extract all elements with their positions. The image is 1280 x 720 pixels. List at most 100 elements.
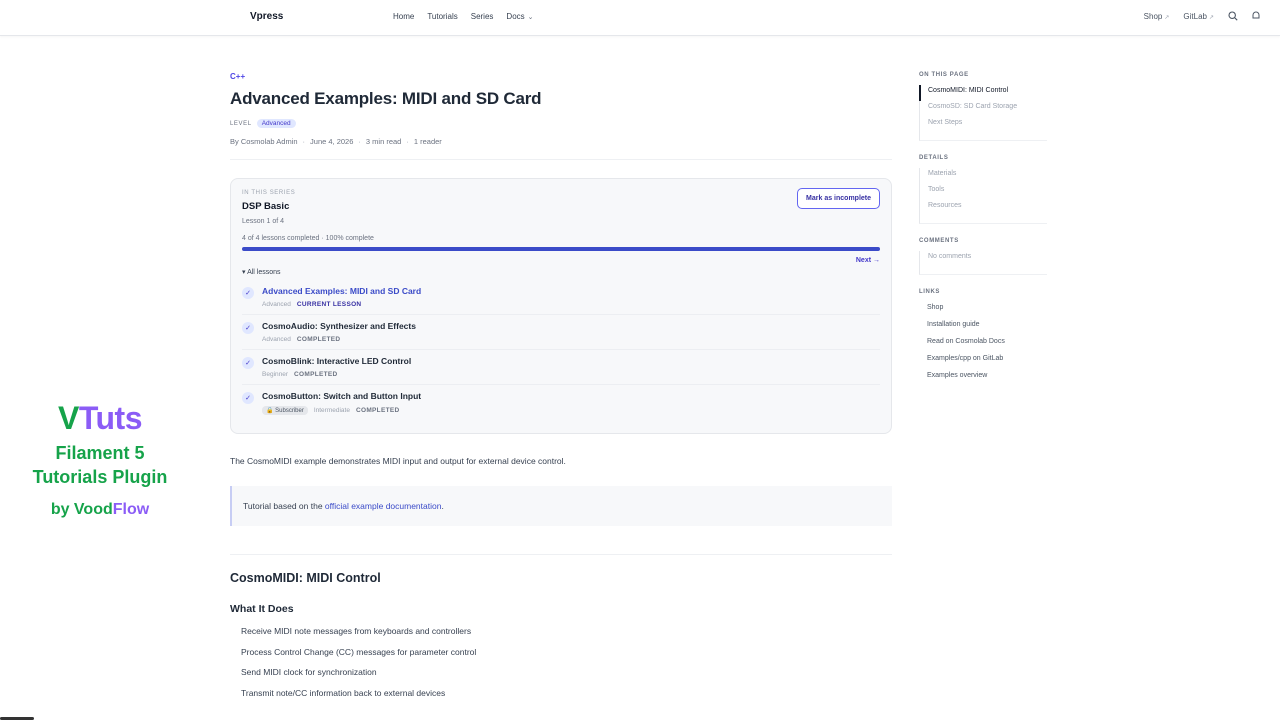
sidebar-link-shop[interactable]: Shop [919, 302, 1047, 319]
progress-bar-fill [242, 247, 880, 251]
lesson-title[interactable]: CosmoBlink: Interactive LED Control [262, 356, 411, 366]
bell-icon [1252, 11, 1260, 19]
article: C++ Advanced Examples: MIDI and SD Card … [230, 72, 892, 707]
reader-count: 1 reader [413, 137, 442, 146]
level-label: LEVEL [230, 120, 252, 127]
level-row: LEVEL Advanced [230, 119, 892, 128]
nav-shop-label: Shop [1143, 11, 1163, 21]
promo-branding: VTuts Filament 5 Tutorials Plugin by Voo… [0, 400, 200, 519]
sidebar-link-gitlab[interactable]: Examples/cpp on GitLab [919, 353, 1047, 370]
source-callout: Tutorial based on the official example d… [230, 486, 892, 526]
list-item: Process Control Change (CC) messages for… [241, 646, 477, 657]
promo-line-2: Tutorials Plugin [32, 467, 168, 487]
links-list: Shop Installation guide Read on Cosmolab… [919, 302, 1047, 394]
check-icon: ✓ [242, 287, 254, 299]
lesson-position: Lesson 1 of 4 [242, 218, 285, 225]
lesson-title[interactable]: Advanced Examples: MIDI and SD Card [262, 286, 421, 296]
nav-gitlab[interactable]: GitLab ↗ [1183, 12, 1214, 21]
list-item: Transmit note/CC information back to ext… [241, 687, 446, 698]
intro-paragraph: The CosmoMIDI example demonstrates MIDI … [230, 456, 566, 466]
lesson-item[interactable]: ✓ Advanced Examples: MIDI and SD Card Ad… [242, 280, 880, 315]
lesson-item[interactable]: ✓ CosmoAudio: Synthesizer and Effects Ad… [242, 315, 880, 350]
lesson-level: Beginner [262, 371, 289, 378]
page-title: Advanced Examples: MIDI and SD Card [230, 89, 542, 108]
promo-by-text: by Vood [50, 501, 113, 518]
author: By Cosmolab Admin [230, 137, 298, 146]
check-icon: ✓ [242, 357, 254, 369]
lesson-level: Intermediate [313, 407, 350, 414]
lesson-title[interactable]: CosmoAudio: Synthesizer and Effects [262, 321, 416, 331]
promo-by: by VoodFlow [0, 501, 200, 519]
site-brand[interactable]: Vpress [250, 11, 283, 22]
nav-tutorials[interactable]: Tutorials [427, 12, 457, 21]
next-lesson-link[interactable]: Next → [856, 257, 880, 264]
nav-right: Shop ↗ GitLab ↗ [1144, 11, 1260, 21]
section-heading: CosmoMIDI: MIDI Control [230, 571, 381, 585]
lesson-item[interactable]: ✓ CosmoButton: Switch and Button Input 🔒… [242, 385, 880, 421]
vtuts-logo: VTuts [0, 400, 200, 437]
callout-prefix: Tutorial based on the [243, 501, 325, 511]
right-sidebar: ON THIS PAGE CosmoMIDI: MIDI Control Cos… [919, 72, 1047, 408]
external-link-icon: ↗ [1164, 14, 1170, 21]
main-nav: Home Tutorials Series Docs ⌄ [393, 12, 534, 21]
subsection-heading: What It Does [230, 603, 294, 615]
details-heading: DETAILS [919, 155, 949, 161]
check-icon: ✓ [242, 392, 254, 404]
details-item[interactable]: Resources [920, 200, 1047, 216]
lesson-level: Advanced [262, 336, 291, 343]
external-link-icon: ↗ [1208, 14, 1214, 21]
category-link[interactable]: C++ [230, 72, 892, 81]
divider [230, 554, 892, 555]
sidebar-link-install[interactable]: Installation guide [919, 319, 1047, 336]
nav-docs[interactable]: Docs ⌄ [506, 12, 533, 21]
nav-home[interactable]: Home [393, 12, 414, 21]
notifications-button[interactable] [1252, 11, 1260, 21]
toc-item[interactable]: CosmoMIDI: MIDI Control [919, 85, 1047, 101]
mark-incomplete-button[interactable]: Mark as incomplete [797, 188, 880, 209]
toc-item[interactable]: Next Steps [920, 117, 1047, 133]
comments-list: No comments [919, 251, 1047, 275]
chevron-down-icon: ⌄ [527, 14, 534, 21]
toc-heading: ON THIS PAGE [919, 72, 969, 78]
lesson-title[interactable]: CosmoButton: Switch and Button Input [262, 391, 421, 401]
subscriber-badge: 🔒 Subscriber [262, 406, 308, 415]
toc-item[interactable]: CosmoSD: SD Card Storage [920, 101, 1047, 117]
toc-list: CosmoMIDI: MIDI Control CosmoSD: SD Card… [919, 85, 1047, 141]
details-item[interactable]: Tools [920, 184, 1047, 200]
promo-by-flow: Flow [112, 501, 150, 518]
nav-gitlab-label: GitLab [1183, 11, 1207, 21]
read-time: 3 min read [365, 137, 402, 146]
feature-list: Receive MIDI note messages from keyboard… [230, 625, 892, 707]
official-docs-link[interactable]: official example documentation [325, 501, 442, 511]
search-button[interactable] [1228, 11, 1238, 21]
logo-rest: Tuts [78, 400, 143, 436]
nav-shop[interactable]: Shop ↗ [1144, 12, 1170, 21]
promo-line-1: Filament 5 [55, 443, 145, 463]
all-lessons-toggle[interactable]: ▾ All lessons [242, 268, 880, 276]
nav-docs-label: Docs [506, 12, 525, 21]
list-item: Receive MIDI note messages from keyboard… [241, 626, 472, 636]
logo-v: V [57, 400, 79, 436]
sidebar-link-docs[interactable]: Read on Cosmolab Docs [919, 336, 1047, 353]
check-icon: ✓ [242, 322, 254, 334]
nav-series[interactable]: Series [471, 12, 494, 21]
series-kicker: IN THIS SERIES [242, 190, 296, 196]
article-meta: By Cosmolab Admin · June 4, 2026 · 3 min rea… [230, 137, 442, 146]
lesson-level: Advanced [262, 301, 291, 308]
links-heading: LINKS [919, 289, 940, 295]
lesson-item[interactable]: ✓ CosmoBlink: Interactive LED Control Be… [242, 350, 880, 385]
progress-text: 4 of 4 lessons completed · 100% complete [242, 235, 374, 242]
lesson-status: COMPLETED [294, 371, 338, 378]
date: June 4, 2026 [310, 137, 354, 146]
lesson-status: COMPLETED [355, 407, 400, 414]
details-item[interactable]: Materials [920, 168, 1047, 184]
divider [230, 159, 892, 160]
list-item: Send MIDI clock for synchronization [241, 667, 377, 677]
comments-empty: No comments [928, 253, 972, 260]
progress-bar [242, 247, 880, 251]
top-navbar: Vpress Home Tutorials Series Docs ⌄ Shop ↗… [0, 0, 1280, 36]
lesson-list: ✓ Advanced Examples: MIDI and SD Card Ad… [242, 280, 880, 421]
lesson-status: COMPLETED [296, 336, 341, 343]
sidebar-link-overview[interactable]: Examples overview [919, 370, 1047, 387]
series-title: DSP Basic [242, 201, 290, 212]
